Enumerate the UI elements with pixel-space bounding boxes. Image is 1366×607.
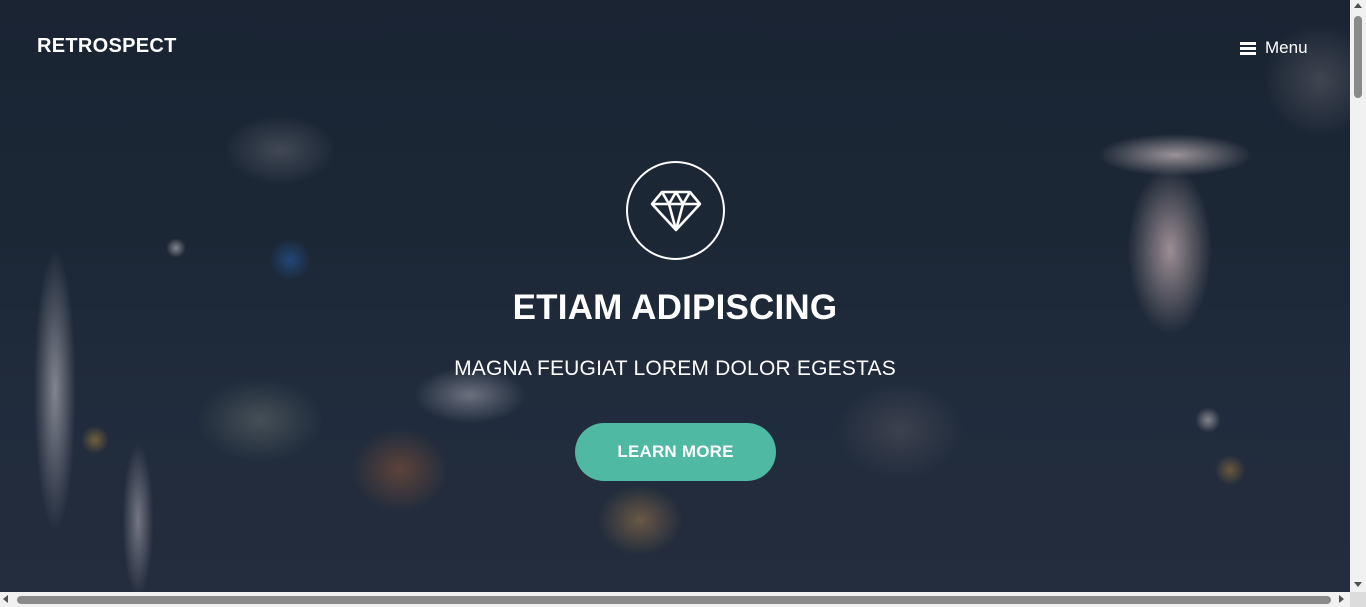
horizontal-scroll-thumb[interactable] [17, 596, 1331, 604]
site-logo[interactable]: RETROSPECT [37, 35, 177, 58]
learn-more-button[interactable]: LEARN MORE [575, 423, 776, 481]
hero-title: ETIAM ADIPISCING [512, 288, 838, 327]
hero-banner: RETROSPECT Menu ETIAM ADIPISCING MAGNA F… [0, 0, 1350, 592]
scrollbar-corner [1350, 592, 1366, 607]
scroll-up-arrow-icon[interactable] [1354, 3, 1362, 8]
diamond-icon [650, 190, 701, 231]
hamburger-icon [1240, 41, 1256, 55]
scroll-down-arrow-icon[interactable] [1354, 582, 1362, 587]
menu-label: Menu [1265, 38, 1308, 57]
vertical-scrollbar[interactable] [1350, 0, 1366, 592]
vertical-scroll-thumb[interactable] [1354, 16, 1362, 98]
hero-subtitle: MAGNA FEUGIAT LOREM DOLOR EGESTAS [454, 357, 896, 380]
scroll-right-arrow-icon[interactable] [1339, 595, 1344, 603]
horizontal-scrollbar[interactable] [0, 592, 1350, 607]
scroll-left-arrow-icon[interactable] [3, 595, 8, 603]
diamond-icon-circle [626, 161, 725, 260]
menu-button[interactable]: Menu [1240, 36, 1308, 60]
